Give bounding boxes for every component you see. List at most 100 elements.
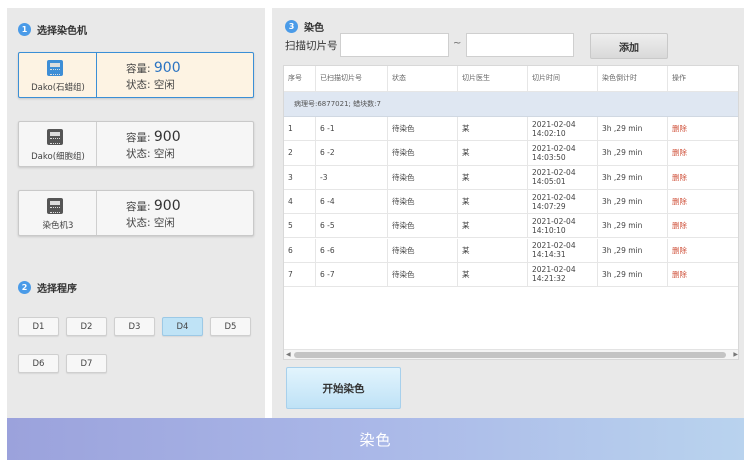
table-row: 26 -2 待染色某 2021-02-04 14:03:50 3h ,29 min 删除 [284, 141, 738, 166]
start-staining-button[interactable]: 开始染色 [286, 367, 401, 409]
delete-link[interactable]: 删除 [668, 117, 738, 140]
program-button-d2[interactable]: D2 [66, 317, 107, 336]
status-value: 空闲 [153, 148, 175, 160]
table-header-row: 序号 已扫描切片号 状态 切片医生 切片时间 染色倒计时 操作 [284, 66, 738, 92]
status-label: 状态: [126, 217, 151, 229]
row-index: 3 [284, 165, 316, 189]
slide-number: -3 [316, 165, 388, 189]
status-value: 空闲 [153, 217, 175, 229]
row-index: 1 [284, 117, 316, 141]
slide-doctor: 某 [458, 141, 528, 165]
slide-status: 待染色 [388, 262, 458, 287]
table-row: 66 -6 待染色某 2021-02-04 14:14:31 3h ,29 min 删除 [284, 238, 738, 263]
range-separator: ~ [453, 38, 462, 49]
slide-doctor: 某 [458, 189, 528, 214]
slide-time: 2021-02-04 14:10:10 [528, 214, 598, 238]
capacity-value: 900 [153, 198, 181, 214]
program-button-d3[interactable]: D3 [114, 317, 155, 336]
column-header: 切片时间 [528, 66, 598, 91]
table-row: 46 -4 待染色某 2021-02-04 14:07:29 3h ,29 min 删除 [284, 189, 738, 215]
step2-number-badge: 2 [18, 281, 31, 294]
slide-number: 6 -4 [316, 189, 388, 214]
program-button-d6[interactable]: D6 [18, 354, 59, 373]
program-button-d7[interactable]: D7 [66, 354, 107, 373]
delete-link[interactable]: 删除 [668, 141, 738, 164]
stain-countdown: 3h ,29 min [598, 238, 668, 262]
scan-from-input[interactable] [340, 33, 449, 57]
program-button-d4[interactable]: D4 [162, 317, 203, 336]
step3-title: 染色 [304, 23, 324, 34]
machine-name: 染色机3 [42, 221, 74, 231]
delete-link[interactable]: 删除 [668, 190, 738, 213]
slide-doctor: 某 [458, 117, 528, 141]
stain-countdown: 3h ,29 min [598, 262, 668, 287]
stain-countdown: 3h ,29 min [598, 117, 668, 141]
group-summary-row: 病理号:6877021; 蜡块数:7 [284, 92, 738, 117]
machine-icon-area: Dako(细胞组) [19, 122, 97, 166]
slide-number: 6 -7 [316, 262, 388, 287]
scrollbar-thumb[interactable] [294, 352, 726, 358]
capacity-value: 900 [153, 60, 181, 76]
stainer-machine-icon [47, 60, 63, 76]
machine-name: Dako(石蜡组) [31, 83, 85, 93]
slide-time: 2021-02-04 14:07:29 [528, 189, 598, 214]
slide-status: 待染色 [388, 117, 458, 141]
slide-status: 待染色 [388, 141, 458, 165]
capacity-label: 容量: [126, 63, 151, 75]
machine-card-dako-cell[interactable]: Dako(细胞组) 容量: 900 状态: 空闲 [18, 121, 254, 167]
column-header: 切片医生 [458, 66, 528, 91]
column-header: 已扫描切片号 [316, 66, 388, 91]
scan-to-input[interactable] [466, 33, 574, 57]
delete-link[interactable]: 删除 [668, 166, 738, 189]
add-button[interactable]: 添加 [590, 33, 668, 59]
machine-icon-area: 染色机3 [19, 191, 97, 235]
row-index: 4 [284, 189, 316, 214]
machine-name: Dako(细胞组) [31, 152, 85, 162]
horizontal-scrollbar[interactable]: ◀ ▶ [284, 349, 738, 359]
table-row: 76 -7 待染色某 2021-02-04 14:21:32 3h ,29 min 删除 [284, 262, 738, 288]
slide-number: 6 -6 [316, 238, 388, 262]
capacity-value: 900 [153, 129, 181, 145]
status-label: 状态: [126, 79, 151, 91]
right-panel: 3 染色 扫描切片号 ~ 添加 序号 已扫描切片号 状态 切片医生 切片时间 染… [272, 8, 744, 418]
scan-slide-label: 扫描切片号 [285, 40, 338, 52]
table-row: 56 -5 待染色某 2021-02-04 14:10:10 3h ,29 min 删除 [284, 214, 738, 239]
delete-link[interactable]: 删除 [668, 239, 738, 262]
slide-number: 6 -1 [316, 117, 388, 141]
slide-time: 2021-02-04 14:02:10 [528, 117, 598, 141]
row-index: 5 [284, 214, 316, 238]
machine-info: 容量: 900 状态: 空闲 [126, 60, 181, 93]
column-header: 序号 [284, 66, 316, 91]
scroll-right-arrow-icon[interactable]: ▶ [733, 351, 738, 358]
slide-doctor: 某 [458, 214, 528, 238]
row-index: 6 [284, 238, 316, 262]
slide-status: 待染色 [388, 189, 458, 214]
step1-header: 1 选择染色机 [18, 22, 87, 37]
stain-countdown: 3h ,29 min [598, 214, 668, 238]
machine-icon-area: Dako(石蜡组) [19, 53, 97, 97]
scroll-left-arrow-icon[interactable]: ◀ [286, 351, 291, 358]
stain-countdown: 3h ,29 min [598, 141, 668, 165]
machine-card-stainer-3[interactable]: 染色机3 容量: 900 状态: 空闲 [18, 190, 254, 236]
step2-title: 选择程序 [37, 284, 77, 295]
slide-doctor: 某 [458, 238, 528, 262]
slide-status: 待染色 [388, 165, 458, 189]
program-button-d5[interactable]: D5 [210, 317, 251, 336]
delete-link[interactable]: 删除 [668, 214, 738, 237]
staining-app: 1 选择染色机 Dako(石蜡组) 容量: 900 状态: 空闲 Dako(细胞… [0, 0, 751, 467]
machine-info: 容量: 900 状态: 空闲 [126, 129, 181, 162]
stainer-machine-icon [47, 129, 63, 145]
program-button-d1[interactable]: D1 [18, 317, 59, 336]
status-label: 状态: [126, 148, 151, 160]
machine-info: 容量: 900 状态: 空闲 [126, 198, 181, 231]
slide-table: 序号 已扫描切片号 状态 切片医生 切片时间 染色倒计时 操作 病理号:6877… [283, 65, 739, 360]
machine-card-dako-paraffin[interactable]: Dako(石蜡组) 容量: 900 状态: 空闲 [18, 52, 254, 98]
capacity-label: 容量: [126, 201, 151, 213]
slide-time: 2021-02-04 14:05:01 [528, 165, 598, 189]
slide-number: 6 -2 [316, 141, 388, 165]
slide-number: 6 -5 [316, 214, 388, 238]
slide-doctor: 某 [458, 165, 528, 189]
slide-time: 2021-02-04 14:21:32 [528, 262, 598, 287]
step2-header: 2 选择程序 [18, 280, 77, 295]
delete-link[interactable]: 删除 [668, 263, 738, 286]
